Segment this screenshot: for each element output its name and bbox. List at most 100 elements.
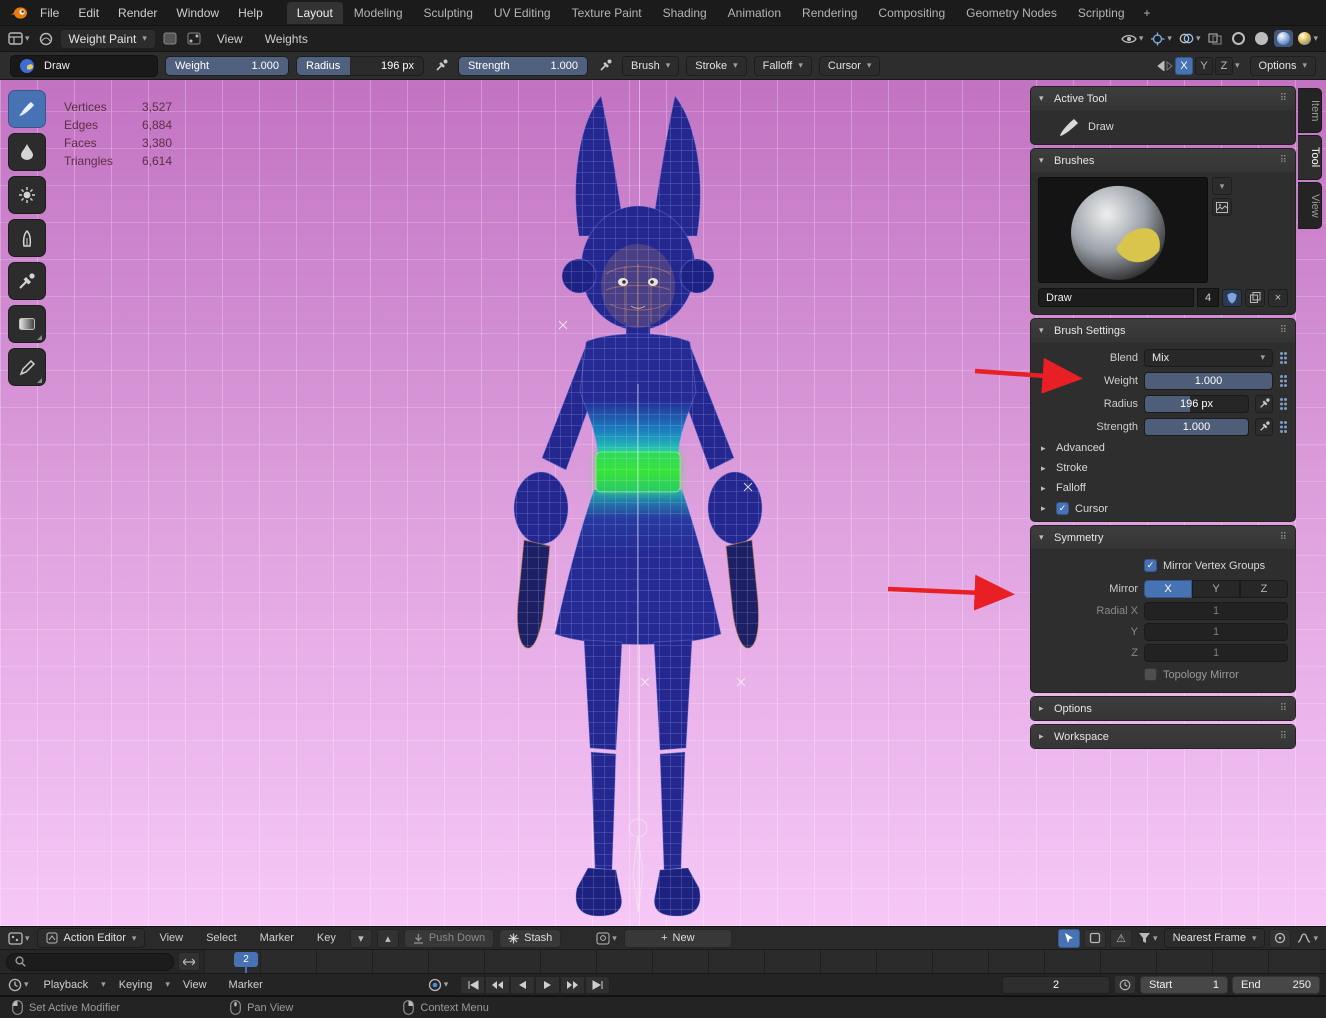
section-stroke[interactable]: ▸ Stroke xyxy=(1031,458,1295,478)
tab-compositing[interactable]: Compositing xyxy=(868,2,955,24)
menu-edit[interactable]: Edit xyxy=(69,3,108,23)
panel-active-tool-header[interactable]: ▾ Active Tool ⠿ xyxy=(1031,87,1295,110)
show-errors-toggle[interactable]: ⚠ xyxy=(1110,929,1132,948)
drag-handle-icon[interactable]: ⠿ xyxy=(1280,532,1287,543)
paint-mask-vertex-toggle[interactable] xyxy=(184,29,204,49)
section-falloff[interactable]: ▸ Falloff xyxy=(1031,478,1295,498)
tab-scripting[interactable]: Scripting xyxy=(1068,2,1135,24)
viewport-3d[interactable]: Vertices3,527 Edges6,884 Faces3,380 Tria… xyxy=(0,80,1326,926)
menu-key[interactable]: Key xyxy=(308,929,345,947)
panel-options-header[interactable]: ▸ Options ⠿ xyxy=(1031,697,1295,720)
brush-name-field[interactable]: Draw xyxy=(1038,288,1194,307)
show-hidden-toggle[interactable] xyxy=(1084,929,1106,948)
play-button[interactable] xyxy=(535,976,560,994)
cursor-popover[interactable]: Cursor ▾ xyxy=(819,56,881,76)
tab-geometry-nodes[interactable]: Geometry Nodes xyxy=(956,2,1067,24)
mirror-vertex-groups-checkbox[interactable]: ✓ xyxy=(1144,559,1157,572)
dopesheet-editor-type-button[interactable]: ▾ xyxy=(6,928,32,948)
tool-blur-button[interactable] xyxy=(8,133,46,171)
section-cursor[interactable]: ▸ ✓ Cursor xyxy=(1031,498,1295,519)
current-frame-field[interactable]: 2 xyxy=(1002,976,1110,994)
radius-eyedropper-button[interactable] xyxy=(1255,395,1273,413)
panel-brushes-header[interactable]: ▾ Brushes ⠿ xyxy=(1031,149,1295,172)
end-frame-field[interactable]: End 250 xyxy=(1232,976,1320,994)
timeline-scrub-strip[interactable]: 2 xyxy=(204,950,1320,973)
jump-to-start-button[interactable] xyxy=(460,976,485,994)
menu-marker[interactable]: Marker xyxy=(220,976,272,994)
tool-sample-weight-button[interactable] xyxy=(8,262,46,300)
animate-icon[interactable] xyxy=(1279,397,1288,411)
channel-search-field[interactable] xyxy=(6,953,174,971)
blend-dropdown[interactable]: Mix ▾ xyxy=(1144,349,1273,367)
strength-slider[interactable]: Strength 1.000 xyxy=(458,56,588,76)
menu-marker[interactable]: Marker xyxy=(251,929,303,947)
browse-action-up-button[interactable]: ▴ xyxy=(377,929,399,948)
sidebar-tab-item[interactable]: Item xyxy=(1298,88,1322,133)
add-workspace-button[interactable]: + xyxy=(1136,2,1159,24)
radius-slider[interactable]: Radius 196 px xyxy=(296,56,424,76)
new-action-button[interactable]: + New xyxy=(624,929,732,948)
browse-action-down-button[interactable]: ▾ xyxy=(350,929,372,948)
stash-button[interactable]: Stash xyxy=(499,929,561,948)
duplicate-brush-button[interactable] xyxy=(1245,289,1265,307)
playhead[interactable]: 2 xyxy=(234,952,258,967)
sidebar-tab-tool[interactable]: Tool xyxy=(1298,135,1322,179)
menu-weights[interactable]: Weights xyxy=(256,29,317,49)
filter-button[interactable]: ▾ xyxy=(1136,928,1160,948)
paint-mask-face-toggle[interactable] xyxy=(160,29,180,49)
strength-eyedropper-button[interactable] xyxy=(595,56,615,76)
play-reverse-button[interactable] xyxy=(510,976,535,994)
push-down-button[interactable]: Push Down xyxy=(404,929,494,948)
topology-mirror-checkbox[interactable] xyxy=(1144,668,1157,681)
strength-slider[interactable]: 1.000 xyxy=(1144,418,1249,436)
radial-x-field[interactable]: 1 xyxy=(1144,602,1288,620)
cursor-checkbox[interactable]: ✓ xyxy=(1056,502,1069,515)
timeline-editor-type-button[interactable]: ▾ xyxy=(6,975,31,995)
mirror-y-toggle[interactable]: Y xyxy=(1195,57,1213,75)
menu-playback[interactable]: Playback xyxy=(35,976,98,994)
character-model[interactable] xyxy=(428,84,848,924)
menu-select[interactable]: Select xyxy=(197,929,246,947)
action-editor-mode-dropdown[interactable]: Action Editor ▾ xyxy=(37,928,146,948)
gizmos-button[interactable]: ▾ xyxy=(1148,29,1174,49)
radial-z-field[interactable]: 1 xyxy=(1144,644,1288,662)
tab-sculpting[interactable]: Sculpting xyxy=(414,2,483,24)
tool-smear-button[interactable] xyxy=(8,219,46,257)
tab-shading[interactable]: Shading xyxy=(653,2,717,24)
overlays-button[interactable]: ▾ xyxy=(1177,29,1203,49)
mirror-y-toggle[interactable]: Y xyxy=(1192,580,1240,598)
strength-eyedropper-button[interactable] xyxy=(1255,418,1273,436)
panel-workspace-header[interactable]: ▸ Workspace ⠿ xyxy=(1031,725,1295,748)
proportional-falloff-button[interactable]: ▾ xyxy=(1295,928,1320,948)
start-frame-field[interactable]: Start 1 xyxy=(1140,976,1228,994)
shading-solid-button[interactable] xyxy=(1251,29,1271,49)
radius-eyedropper-button[interactable] xyxy=(431,56,451,76)
menu-file[interactable]: File xyxy=(31,3,68,23)
brush-users-count[interactable]: 4 xyxy=(1197,288,1219,307)
tab-uv-editing[interactable]: UV Editing xyxy=(484,2,561,24)
tab-modeling[interactable]: Modeling xyxy=(344,2,413,24)
drag-handle-icon[interactable]: ⠿ xyxy=(1280,155,1287,166)
menu-view[interactable]: View xyxy=(208,29,252,49)
shading-wireframe-button[interactable] xyxy=(1228,29,1248,49)
drag-handle-icon[interactable]: ⠿ xyxy=(1280,325,1287,336)
tool-average-button[interactable] xyxy=(8,176,46,214)
object-visibility-button[interactable]: ▾ xyxy=(1119,29,1146,49)
editor-type-button[interactable]: ▾ xyxy=(6,29,32,49)
drag-handle-icon[interactable]: ⠿ xyxy=(1280,731,1287,742)
brush-select-button[interactable]: ▾ xyxy=(1212,177,1232,195)
blender-logo[interactable] xyxy=(8,3,30,23)
animate-icon[interactable] xyxy=(1279,351,1288,365)
mirror-z-toggle[interactable]: Z xyxy=(1240,580,1288,598)
xray-toggle[interactable] xyxy=(1205,29,1225,49)
brush-popover[interactable]: Brush ▾ xyxy=(622,56,679,76)
panel-symmetry-header[interactable]: ▾ Symmetry ⠿ xyxy=(1031,526,1295,549)
mode-dropdown[interactable]: Weight Paint ▾ xyxy=(60,29,156,49)
tab-rendering[interactable]: Rendering xyxy=(792,2,867,24)
menu-window[interactable]: Window xyxy=(167,3,228,23)
animate-icon[interactable] xyxy=(1279,420,1288,434)
menu-help[interactable]: Help xyxy=(229,3,272,23)
falloff-popover[interactable]: Falloff ▾ xyxy=(754,56,812,76)
mirror-x-toggle[interactable]: X xyxy=(1175,57,1193,75)
sidebar-tab-view[interactable]: View xyxy=(1298,182,1322,230)
